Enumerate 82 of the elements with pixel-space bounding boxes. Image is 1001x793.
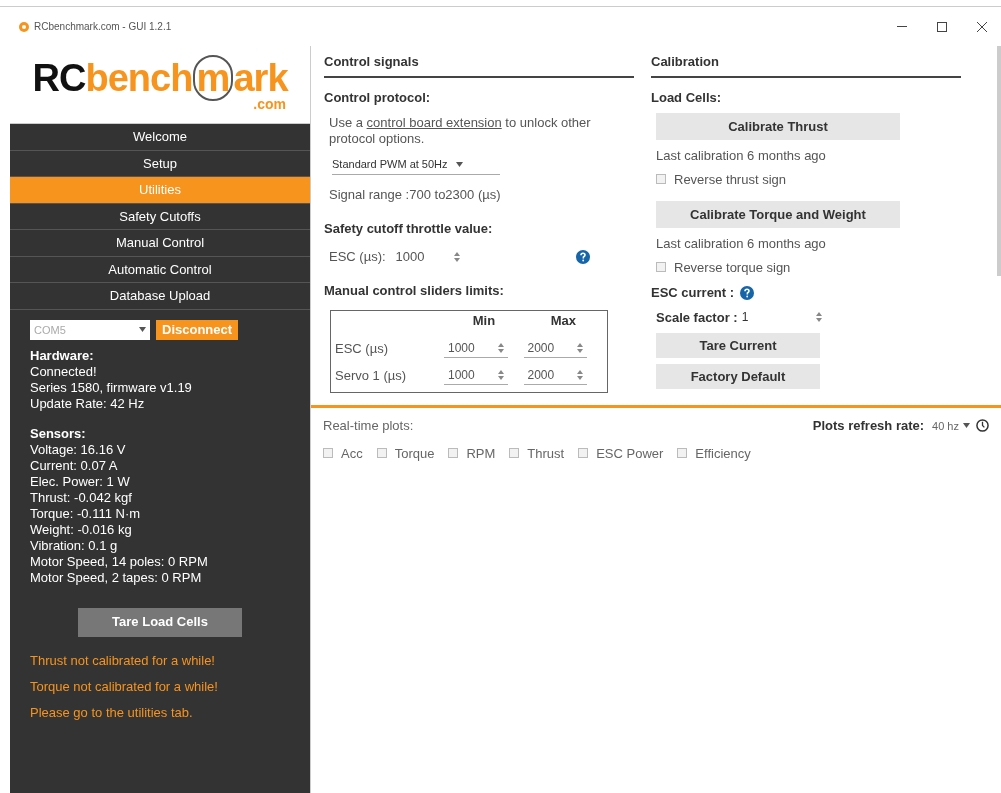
nav-item[interactable]: Automatic Control	[10, 256, 310, 283]
number-field[interactable]: 1000	[444, 366, 508, 386]
number-field[interactable]: 2000	[523, 366, 587, 386]
field-label: ESC current :	[651, 284, 735, 302]
calibrate-button[interactable]: Calibrate Thrust	[656, 113, 900, 140]
rate-select[interactable]: 40 hz	[932, 417, 970, 434]
tare-button[interactable]: Tare Load Cells	[78, 607, 242, 637]
sensor-reading: Thrust: -0.042 kgf	[30, 489, 133, 506]
warning-text: Thrust not calibrated for a while!	[30, 652, 216, 669]
extension-link[interactable]: control board extension	[366, 115, 502, 130]
spinner-icon[interactable]	[497, 342, 504, 353]
warning-text: Torque not calibrated for a while!	[30, 678, 219, 695]
checkbox[interactable]: Reverse thrust sign	[656, 169, 966, 189]
sensor-reading: Weight: -0.016 kg	[30, 521, 133, 538]
spinner-icon[interactable]	[497, 370, 504, 381]
plots-label: Real-time plots:	[323, 417, 414, 435]
calibration-note: Last calibration 6 months ago	[656, 235, 827, 253]
spinner-icon[interactable]	[815, 312, 822, 323]
checkbox[interactable]: Efficiency	[677, 443, 751, 463]
spinner-icon[interactable]	[577, 370, 583, 381]
panel-title: Control signals	[324, 46, 634, 78]
protocol-select[interactable]: Standard PWM at 50Hz	[332, 155, 500, 175]
maximize-icon[interactable]	[937, 21, 947, 32]
window-title: RCbenchmark.com - GUI 1.2.1	[34, 20, 172, 34]
checkbox[interactable]: Torque	[376, 443, 435, 463]
warning-text: Please go to the utilities tab.	[30, 704, 194, 721]
number-field[interactable]: 2000	[523, 338, 587, 358]
checkbox[interactable]: ESC Power	[578, 443, 664, 463]
checkbox[interactable]: Thrust	[509, 443, 565, 463]
sensor-reading: Elec. Power: 1 W	[30, 473, 131, 490]
row-label: Servo 1 (µs)	[335, 367, 408, 385]
timer-icon[interactable]	[976, 419, 989, 433]
signal-range-text: Signal range :700 to2300 (µs)	[329, 186, 502, 204]
minimize-icon[interactable]	[897, 25, 907, 28]
field-label: Safety cutoff throttle value:	[324, 219, 494, 238]
app-icon	[18, 20, 30, 33]
section-heading: Sensors:	[30, 425, 87, 442]
calibration-note: Last calibration 6 months ago	[656, 147, 827, 165]
nav-item[interactable]: Welcome	[10, 124, 310, 151]
field-label: Load Cells:	[651, 88, 723, 107]
spinner-icon[interactable]	[453, 251, 460, 262]
calibration-button[interactable]: Tare Current	[656, 333, 820, 358]
checkbox[interactable]: Acc	[323, 443, 363, 463]
field-label: Control protocol:	[324, 88, 432, 107]
nav-item[interactable]: Manual Control	[10, 230, 310, 257]
caret-icon	[455, 162, 463, 167]
caret-icon	[963, 423, 970, 429]
status-text: Connected!	[30, 363, 98, 380]
sensor-reading: Voltage: 16.16 V	[30, 441, 127, 458]
spinner-icon[interactable]	[577, 342, 583, 353]
calibrate-button[interactable]: Calibrate Torque and Weight	[656, 201, 900, 228]
sensor-reading: Current: 0.07 A	[30, 457, 119, 474]
caret-icon	[139, 327, 146, 332]
scrollbar[interactable]	[997, 46, 1001, 276]
panel-title: Calibration	[651, 46, 961, 78]
checkbox[interactable]: Reverse torque sign	[656, 257, 966, 277]
status-text: Series 1580, firmware v1.19	[30, 379, 193, 396]
nav-item[interactable]: Safety Cutoffs	[10, 203, 310, 230]
nav-item[interactable]: Database Upload	[10, 283, 310, 310]
hint-text: Use a control board extension to unlock other protocol options.	[329, 115, 592, 147]
field-label: Manual control sliders limits:	[324, 281, 505, 300]
column-header: Min	[471, 312, 497, 330]
help-icon[interactable]	[740, 285, 755, 300]
status-text: Update Rate: 42 Hz	[30, 395, 146, 412]
calibration-button[interactable]: Factory Default	[656, 364, 820, 389]
column-header: Max	[549, 312, 577, 330]
section-heading: Hardware:	[30, 347, 95, 364]
sensor-reading: Motor Speed, 2 tapes: 0 RPM	[30, 569, 203, 586]
field-label: ESC (µs):	[329, 248, 386, 266]
sensor-reading: Vibration: 0.1 g	[30, 537, 119, 554]
logo: RCbench mark .com	[10, 46, 310, 124]
sensor-reading: Motor Speed, 14 poles: 0 RPM	[30, 553, 209, 570]
help-icon[interactable]	[575, 249, 590, 264]
row-label: ESC (µs)	[335, 339, 389, 358]
checkbox[interactable]: RPM	[448, 443, 496, 463]
number-field[interactable]: 1000	[444, 338, 508, 358]
sensor-reading: Torque: -0.111 N·m	[30, 505, 142, 522]
field-label: Plots refresh rate:	[812, 417, 925, 435]
field-label: Scale factor :	[656, 308, 738, 327]
close-icon[interactable]	[977, 21, 987, 32]
number-field[interactable]: 1000	[395, 247, 466, 267]
number-field[interactable]: 1	[741, 308, 822, 327]
